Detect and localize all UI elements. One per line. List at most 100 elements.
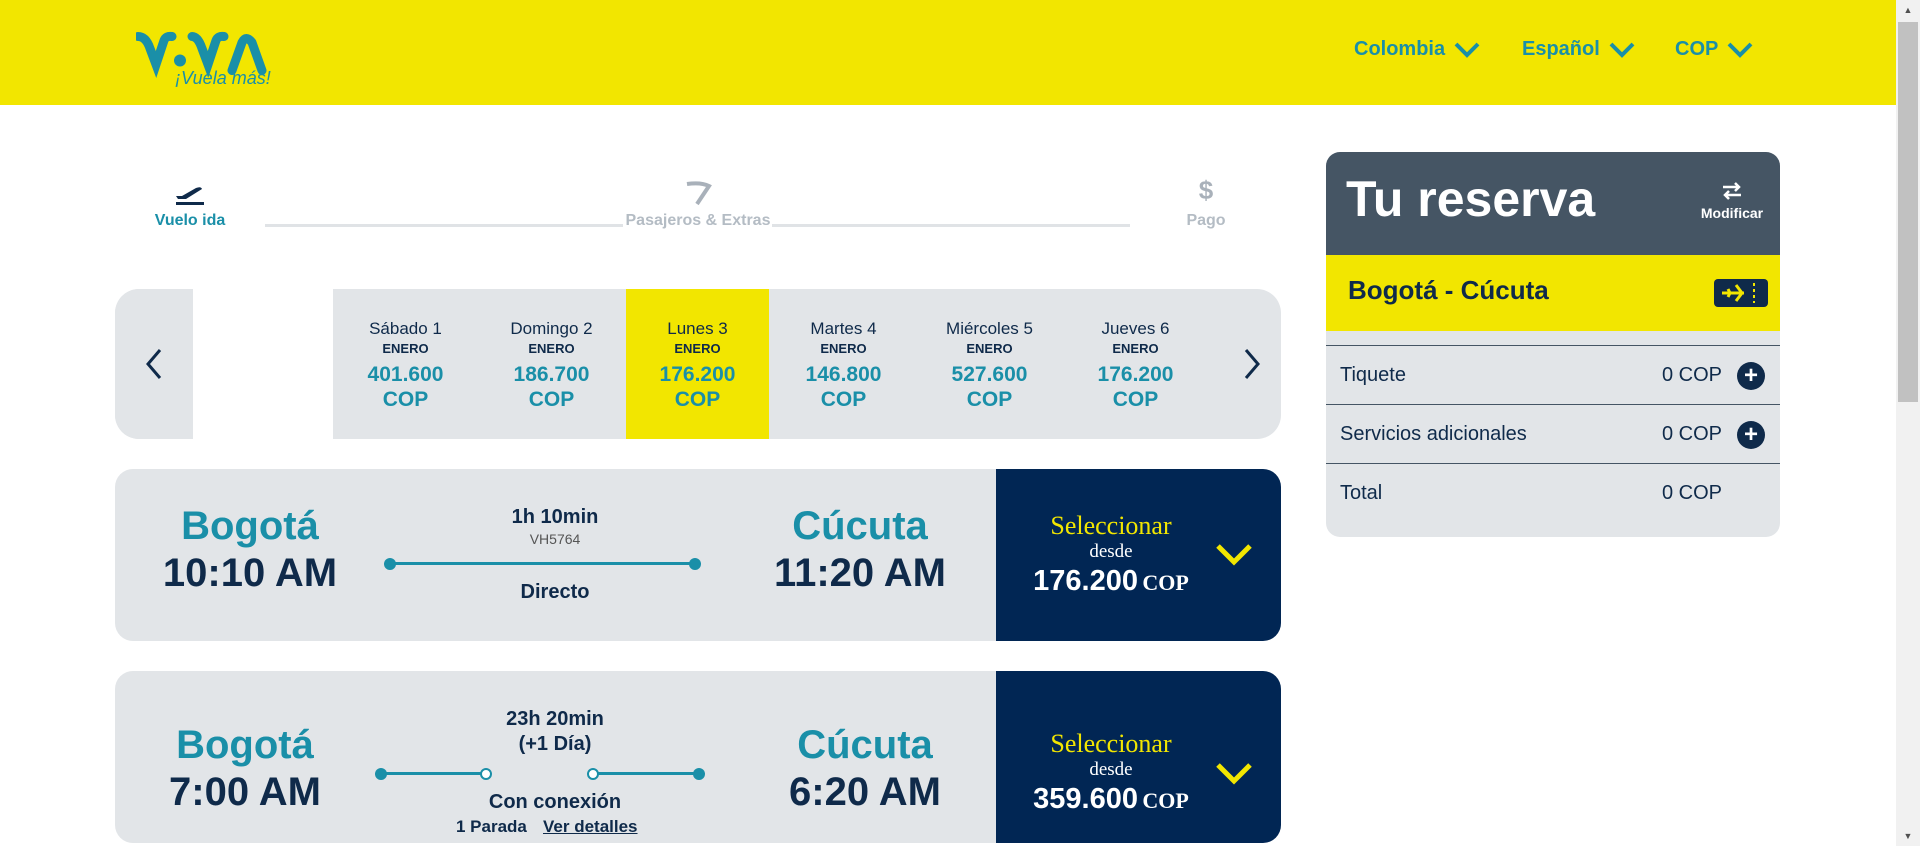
chevron-down-icon: [1454, 42, 1480, 58]
date-month: ENERO: [528, 341, 575, 356]
step-connector: [772, 224, 1130, 227]
modify-button[interactable]: Modificar: [1692, 180, 1772, 221]
currency-selector[interactable]: COP: [1675, 38, 1754, 61]
dollar-icon: $: [1198, 175, 1214, 205]
departure-time: 10:10 AM: [162, 551, 338, 595]
flight-duration: 23h 20min: [506, 708, 604, 730]
carousel-prev-button[interactable]: [115, 289, 193, 439]
route-stop-dot: [587, 768, 599, 780]
flight-duration: 1h 10min: [511, 506, 599, 528]
row-label: Total: [1340, 482, 1383, 504]
country-label: Colombia: [1354, 38, 1446, 60]
reservation-title: Tu reserva: [1346, 171, 1596, 227]
carousel-next-button[interactable]: [1240, 349, 1264, 379]
date-option[interactable]: Jueves 6 ENERO 176.200 COP: [1064, 289, 1207, 439]
flight-price: 359.600: [1033, 783, 1138, 815]
date-day: Miércoles 5: [946, 319, 1033, 338]
scrollbar-thumb[interactable]: [1898, 22, 1918, 402]
view-details-link[interactable]: Ver detalles: [543, 817, 638, 837]
chevron-left-icon: [146, 349, 162, 379]
swap-arrows-icon: [1723, 182, 1741, 200]
add-icon[interactable]: +: [1737, 421, 1765, 449]
reservation-route: Bogotá - Cúcuta: [1326, 255, 1780, 331]
destination-city: Cúcuta: [797, 723, 933, 767]
step-label: Vuelo ida: [154, 212, 226, 229]
route-dot: [384, 558, 396, 570]
step-pago: $ Pago: [1170, 175, 1242, 230]
departure-time: 7:00 AM: [169, 770, 321, 814]
date-month: ENERO: [820, 341, 867, 356]
date-day: Domingo 2: [510, 319, 593, 338]
desde-label: desde: [1089, 541, 1133, 562]
row-value: 0 COP: [1662, 423, 1723, 445]
date-option[interactable]: Martes 4 ENERO 146.800 COP: [772, 289, 915, 439]
scroll-down-icon[interactable]: ▼: [1896, 826, 1920, 846]
logo-tagline: ¡Vuela más!: [175, 68, 271, 88]
route-stop-dot: [480, 768, 492, 780]
arrival-time: 11:20 AM: [774, 551, 946, 595]
flight-currency: COP: [1142, 570, 1189, 595]
step-label: Pasajeros & Extras: [625, 212, 771, 229]
select-flight-button[interactable]: Seleccionar desde 359.600 COP: [996, 671, 1281, 843]
row-label: Servicios adicionales: [1340, 423, 1527, 445]
date-month: ENERO: [382, 341, 429, 356]
select-label: Seleccionar: [1050, 729, 1172, 758]
chevron-down-icon: [1216, 544, 1252, 566]
date-option[interactable]: Sábado 1 ENERO 401.600 COP: [334, 289, 477, 439]
date-option-selected[interactable]: Lunes 3 ENERO 176.200 COP: [626, 289, 769, 439]
date-currency: COP: [382, 388, 429, 411]
date-option[interactable]: Domingo 2 ENERO 186.700 COP: [480, 289, 623, 439]
chevron-down-icon: [1609, 42, 1635, 58]
flight-type: Directo: [520, 581, 590, 603]
date-day: Jueves 6: [1101, 319, 1170, 338]
date-price: 401.600: [367, 363, 444, 386]
date-currency: COP: [1112, 388, 1159, 411]
step-connector: [265, 224, 623, 227]
date-day: Lunes 3: [667, 319, 728, 338]
select-label: Seleccionar: [1050, 511, 1172, 540]
flight-currency: COP: [1142, 788, 1189, 813]
route-line: [380, 772, 486, 775]
flight-type: Con conexión: [488, 791, 622, 813]
route-label: Bogotá - Cúcuta: [1348, 275, 1549, 305]
flight-card: Bogotá 7:00 AM 23h 20min (+1 Día) Con co…: [115, 671, 1281, 843]
scroll-up-icon[interactable]: ▲: [1896, 0, 1920, 20]
date-price: 176.200: [1097, 363, 1174, 386]
date-price: 146.800: [805, 363, 882, 386]
route-dot: [689, 558, 701, 570]
reservation-row-total: Total 0 COP: [1326, 463, 1780, 521]
date-price: 176.200: [659, 363, 736, 386]
date-option[interactable]: Miércoles 5 ENERO 527.600 COP: [918, 289, 1061, 439]
flight-code: VH5764: [529, 531, 581, 547]
language-selector[interactable]: Español: [1522, 38, 1636, 61]
date-month: ENERO: [966, 341, 1013, 356]
row-value: 0 COP: [1662, 364, 1723, 386]
route-line: [390, 562, 695, 565]
flight-price: 176.200: [1033, 565, 1138, 597]
date-month: ENERO: [674, 341, 721, 356]
row-label: Tiquete: [1340, 364, 1406, 386]
row-value: 0 COP: [1662, 482, 1723, 504]
reservation-row-servicios: Servicios adicionales 0 COP +: [1326, 404, 1780, 462]
destination-city: Cúcuta: [792, 504, 928, 548]
page-scrollbar[interactable]: ▲ ▼: [1896, 0, 1920, 846]
add-icon[interactable]: +: [1737, 362, 1765, 390]
language-label: Español: [1522, 38, 1600, 60]
step-vuelo-ida[interactable]: Vuelo ida: [140, 176, 240, 230]
route-line: [593, 772, 699, 775]
boarding-pass-icon: [1714, 279, 1768, 307]
date-price: 527.600: [951, 363, 1028, 386]
country-selector[interactable]: Colombia: [1354, 38, 1481, 61]
flight-card: Bogotá 10:10 AM 1h 10min VH5764 Directo …: [115, 469, 1281, 641]
modify-label: Modificar: [1700, 205, 1764, 221]
reservation-panel: Tu reserva Modificar Bogotá - Cúcuta Tiq…: [1326, 152, 1780, 537]
select-flight-button[interactable]: Seleccionar desde 176.200 COP: [996, 469, 1281, 641]
chevron-right-icon: [1244, 349, 1260, 379]
plane-takeoff-icon: [176, 187, 204, 205]
date-currency: COP: [674, 388, 721, 411]
desde-label: desde: [1089, 759, 1133, 780]
date-day: Martes 4: [810, 319, 877, 338]
stops-count: 1 Parada: [456, 817, 527, 836]
origin-city: Bogotá: [181, 504, 319, 548]
route-dot: [693, 768, 705, 780]
